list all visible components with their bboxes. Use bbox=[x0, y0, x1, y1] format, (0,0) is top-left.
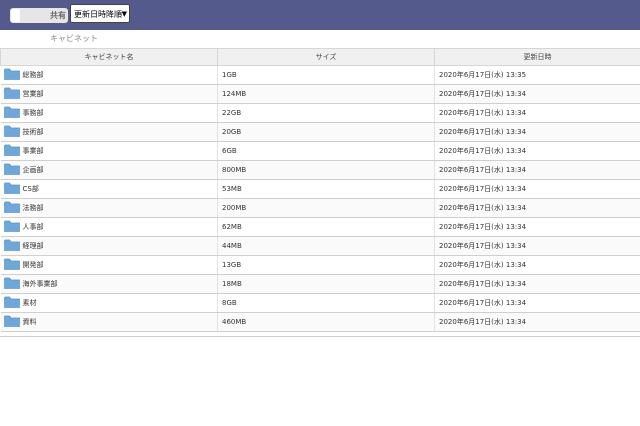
cabinet-size: 20GB bbox=[217, 122, 435, 142]
column-header-size[interactable]: サイズ bbox=[217, 48, 435, 66]
folder-icon bbox=[3, 182, 20, 196]
cabinet-name[interactable]: 技術部 bbox=[23, 128, 44, 136]
column-header-updated[interactable]: 更新日時 bbox=[434, 48, 640, 66]
folder-icon bbox=[3, 239, 20, 253]
cabinet-updated: 2020年6月17日(水) 13:34 bbox=[434, 160, 640, 180]
folder-icon bbox=[3, 277, 20, 291]
table-bottom-border bbox=[0, 336, 640, 337]
cabinet-size: 44MB bbox=[217, 236, 435, 256]
cabinet-updated: 2020年6月17日(水) 13:34 bbox=[434, 236, 640, 256]
cabinet-name[interactable]: 経理部 bbox=[23, 242, 44, 250]
table-row[interactable]: 事業部 6GB 2020年6月17日(水) 13:34 bbox=[0, 141, 640, 161]
cabinet-updated: 2020年6月17日(水) 13:34 bbox=[434, 103, 640, 123]
cabinet-name[interactable]: 法務部 bbox=[23, 204, 44, 212]
cabinet-name[interactable]: 開発部 bbox=[23, 261, 44, 269]
cabinet-name-cell[interactable]: 企画部 bbox=[0, 160, 218, 180]
cabinet-name-cell[interactable]: 事務部 bbox=[0, 103, 218, 123]
chevron-down-icon: ▼ bbox=[121, 10, 127, 18]
table-row[interactable]: 素材 8GB 2020年6月17日(水) 13:34 bbox=[0, 293, 640, 313]
cabinet-size: 200MB bbox=[217, 198, 435, 218]
toggle-knob[interactable] bbox=[11, 9, 20, 22]
cabinet-name-cell[interactable]: 事業部 bbox=[0, 141, 218, 161]
cabinet-name-cell[interactable]: 営業部 bbox=[0, 84, 218, 104]
cabinet-updated: 2020年6月17日(水) 13:34 bbox=[434, 198, 640, 218]
cabinet-table: キャビネット名 サイズ 更新日時 総務部 1GB 2020年6月17日(水) 13:… bbox=[0, 48, 640, 332]
table-row[interactable]: 営業部 124MB 2020年6月17日(水) 13:34 bbox=[0, 84, 640, 104]
cabinet-size: 6GB bbox=[217, 141, 435, 161]
cabinet-name-cell[interactable]: 開発部 bbox=[0, 255, 218, 275]
cabinet-name[interactable]: CS部 bbox=[23, 185, 39, 193]
cabinet-name-cell[interactable]: 素材 bbox=[0, 293, 218, 313]
cabinet-name[interactable]: 資料 bbox=[23, 318, 37, 326]
folder-icon bbox=[3, 220, 20, 234]
sort-select[interactable]: 更新日時降順 ▼ bbox=[70, 4, 130, 23]
cabinet-updated: 2020年6月17日(水) 13:35 bbox=[434, 65, 640, 85]
folder-icon bbox=[3, 296, 20, 310]
cabinet-size: 1GB bbox=[217, 65, 435, 85]
top-toolbar: 共有 更新日時降順 ▼ bbox=[0, 0, 640, 30]
cabinet-size: 800MB bbox=[217, 160, 435, 180]
cabinet-updated: 2020年6月17日(水) 13:34 bbox=[434, 255, 640, 275]
table-row[interactable]: 企画部 800MB 2020年6月17日(水) 13:34 bbox=[0, 160, 640, 180]
cabinet-name-cell[interactable]: 海外事業部 bbox=[0, 274, 218, 294]
table-row[interactable]: 経理部 44MB 2020年6月17日(水) 13:34 bbox=[0, 236, 640, 256]
folder-icon bbox=[3, 68, 20, 82]
cabinet-name[interactable]: 人事部 bbox=[23, 223, 44, 231]
column-header-name[interactable]: キャビネット名 bbox=[0, 48, 218, 66]
cabinet-name[interactable]: 事務部 bbox=[23, 109, 44, 117]
cabinet-size: 460MB bbox=[217, 312, 435, 332]
cabinet-name-cell[interactable]: 法務部 bbox=[0, 198, 218, 218]
share-toggle[interactable]: 共有 bbox=[10, 8, 68, 23]
table-row[interactable]: 技術部 20GB 2020年6月17日(水) 13:34 bbox=[0, 122, 640, 142]
table-row[interactable]: 開発部 13GB 2020年6月17日(水) 13:34 bbox=[0, 255, 640, 275]
cabinet-size: 18MB bbox=[217, 274, 435, 294]
cabinet-size: 124MB bbox=[217, 84, 435, 104]
cabinet-name[interactable]: 営業部 bbox=[23, 90, 44, 98]
table-header-row: キャビネット名 サイズ 更新日時 bbox=[0, 48, 640, 66]
breadcrumb: キャビネット bbox=[50, 33, 98, 44]
cabinet-name[interactable]: 海外事業部 bbox=[23, 280, 58, 288]
cabinet-name-cell[interactable]: 技術部 bbox=[0, 122, 218, 142]
cabinet-name[interactable]: 総務部 bbox=[23, 71, 44, 79]
cabinet-name[interactable]: 事業部 bbox=[23, 147, 44, 155]
cabinet-updated: 2020年6月17日(水) 13:34 bbox=[434, 217, 640, 237]
folder-icon bbox=[3, 163, 20, 177]
cabinet-updated: 2020年6月17日(水) 13:34 bbox=[434, 274, 640, 294]
folder-icon bbox=[3, 106, 20, 120]
cabinet-size: 62MB bbox=[217, 217, 435, 237]
cabinet-size: 13GB bbox=[217, 255, 435, 275]
sort-select-value: 更新日時降順 bbox=[74, 10, 122, 19]
cabinet-name-cell[interactable]: CS部 bbox=[0, 179, 218, 199]
cabinet-updated: 2020年6月17日(水) 13:34 bbox=[434, 141, 640, 161]
table-row[interactable]: 総務部 1GB 2020年6月17日(水) 13:35 bbox=[0, 65, 640, 85]
cabinet-updated: 2020年6月17日(水) 13:34 bbox=[434, 84, 640, 104]
cabinet-updated: 2020年6月17日(水) 13:34 bbox=[434, 122, 640, 142]
cabinet-name-cell[interactable]: 資料 bbox=[0, 312, 218, 332]
folder-icon bbox=[3, 125, 20, 139]
cabinet-size: 8GB bbox=[217, 293, 435, 313]
breadcrumb-root[interactable]: キャビネット bbox=[50, 34, 98, 43]
folder-icon bbox=[3, 87, 20, 101]
folder-icon bbox=[3, 201, 20, 215]
cabinet-updated: 2020年6月17日(水) 13:34 bbox=[434, 293, 640, 313]
folder-icon bbox=[3, 144, 20, 158]
cabinet-updated: 2020年6月17日(水) 13:34 bbox=[434, 179, 640, 199]
cabinet-size: 22GB bbox=[217, 103, 435, 123]
folder-icon bbox=[3, 258, 20, 272]
cabinet-updated: 2020年6月17日(水) 13:34 bbox=[434, 312, 640, 332]
cabinet-size: 53MB bbox=[217, 179, 435, 199]
table-row[interactable]: CS部 53MB 2020年6月17日(水) 13:34 bbox=[0, 179, 640, 199]
cabinet-name-cell[interactable]: 人事部 bbox=[0, 217, 218, 237]
cabinet-name-cell[interactable]: 経理部 bbox=[0, 236, 218, 256]
folder-icon bbox=[3, 315, 20, 329]
cabinet-name-cell[interactable]: 総務部 bbox=[0, 65, 218, 85]
share-toggle-label: 共有 bbox=[50, 11, 66, 20]
cabinet-name[interactable]: 企画部 bbox=[23, 166, 44, 174]
table-row[interactable]: 人事部 62MB 2020年6月17日(水) 13:34 bbox=[0, 217, 640, 237]
table-row[interactable]: 事務部 22GB 2020年6月17日(水) 13:34 bbox=[0, 103, 640, 123]
table-row[interactable]: 資料 460MB 2020年6月17日(水) 13:34 bbox=[0, 312, 640, 332]
table-row[interactable]: 法務部 200MB 2020年6月17日(水) 13:34 bbox=[0, 198, 640, 218]
cabinet-name[interactable]: 素材 bbox=[23, 299, 37, 307]
table-row[interactable]: 海外事業部 18MB 2020年6月17日(水) 13:34 bbox=[0, 274, 640, 294]
